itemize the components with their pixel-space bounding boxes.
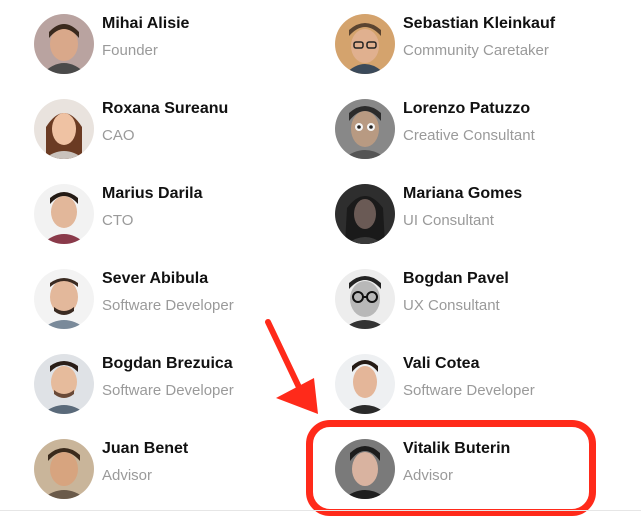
avatar bbox=[34, 269, 94, 329]
member-name: Bogdan Brezuica bbox=[102, 355, 233, 372]
member-role: UX Consultant bbox=[403, 297, 500, 314]
team-member: Roxana Sureanu CAO bbox=[34, 99, 324, 169]
person-photo bbox=[34, 439, 94, 499]
team-grid: Mihai Alisie Founder Sebastian Kleinkauf… bbox=[0, 0, 641, 520]
person-photo bbox=[335, 354, 395, 414]
member-name: Mariana Gomes bbox=[403, 185, 523, 202]
member-name: Roxana Sureanu bbox=[102, 100, 229, 117]
member-role: CAO bbox=[102, 127, 135, 144]
avatar bbox=[335, 269, 395, 329]
person-photo bbox=[34, 354, 94, 414]
avatar bbox=[335, 99, 395, 159]
person-photo bbox=[335, 184, 395, 244]
person-photo bbox=[34, 184, 94, 244]
member-role: Community Caretaker bbox=[403, 42, 549, 59]
avatar bbox=[34, 439, 94, 499]
member-name: Marius Darila bbox=[102, 185, 203, 202]
team-member: Sever Abibula Software Developer bbox=[34, 269, 324, 339]
member-role: Founder bbox=[102, 42, 158, 59]
member-name: Sebastian Kleinkauf bbox=[403, 15, 556, 32]
avatar bbox=[34, 184, 94, 244]
team-member: Bogdan Brezuica Software Developer bbox=[34, 354, 324, 424]
member-role: Software Developer bbox=[102, 297, 234, 314]
person-photo bbox=[34, 14, 94, 74]
member-name: Vali Cotea bbox=[403, 355, 480, 372]
member-role: Software Developer bbox=[403, 382, 535, 399]
member-name: Juan Benet bbox=[102, 440, 189, 457]
team-member: Juan Benet Advisor bbox=[34, 439, 324, 509]
avatar bbox=[335, 14, 395, 74]
avatar bbox=[34, 99, 94, 159]
divider bbox=[0, 510, 641, 511]
member-name: Sever Abibula bbox=[102, 270, 209, 287]
team-member: Sebastian Kleinkauf Community Caretaker bbox=[335, 14, 625, 84]
team-member: Bogdan Pavel UX Consultant bbox=[335, 269, 625, 339]
avatar bbox=[34, 354, 94, 414]
person-photo bbox=[34, 269, 94, 329]
team-member: Mariana Gomes UI Consultant bbox=[335, 184, 625, 254]
member-role: CTO bbox=[102, 212, 134, 229]
member-name: Mihai Alisie bbox=[102, 15, 190, 32]
person-photo bbox=[335, 269, 395, 329]
person-photo bbox=[34, 99, 94, 159]
member-role: Creative Consultant bbox=[403, 127, 535, 144]
highlight-box bbox=[306, 420, 596, 516]
member-role: Software Developer bbox=[102, 382, 234, 399]
avatar bbox=[34, 14, 94, 74]
team-member: Lorenzo Patuzzo Creative Consultant bbox=[335, 99, 625, 169]
team-member: Marius Darila CTO bbox=[34, 184, 324, 254]
avatar bbox=[335, 354, 395, 414]
member-name: Lorenzo Patuzzo bbox=[403, 100, 531, 117]
member-name: Bogdan Pavel bbox=[403, 270, 509, 287]
team-member: Vali Cotea Software Developer bbox=[335, 354, 625, 424]
team-member: Mihai Alisie Founder bbox=[34, 14, 324, 84]
avatar bbox=[335, 184, 395, 244]
member-role: UI Consultant bbox=[403, 212, 494, 229]
person-photo bbox=[335, 99, 395, 159]
member-role: Advisor bbox=[102, 467, 153, 484]
person-photo bbox=[335, 14, 395, 74]
